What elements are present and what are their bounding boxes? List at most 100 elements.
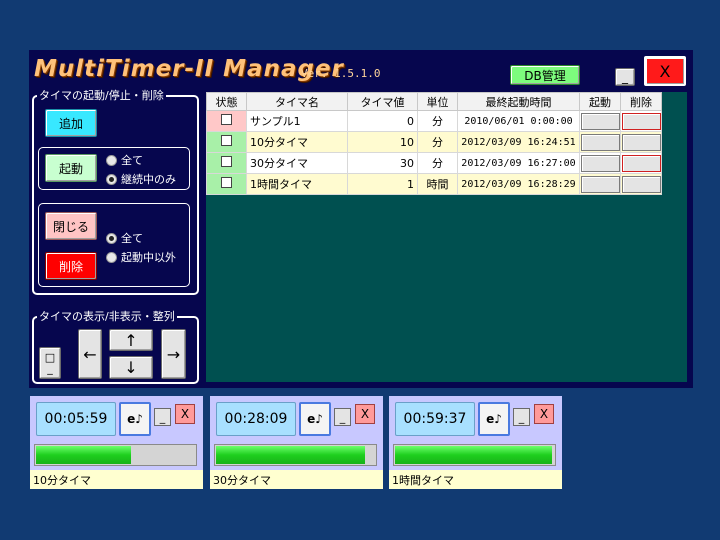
delete-cell: [620, 152, 662, 174]
status-cell[interactable]: [206, 152, 247, 174]
start-cell: [579, 131, 621, 153]
start-button[interactable]: 起動: [45, 154, 97, 182]
timer-progress-bar: [34, 444, 197, 466]
arrange-down-button[interactable]: ↓: [109, 356, 153, 379]
timer-window-3[interactable]: 00:59:37 e♪ _ X 1時間タイマ: [389, 396, 562, 489]
db-manage-button[interactable]: DB管理: [510, 65, 580, 85]
checkbox-icon[interactable]: [221, 156, 232, 167]
row-delete-button[interactable]: [621, 154, 661, 172]
table-row[interactable]: 30分タイマ 30 分 2012/03/09 16:27:00: [206, 152, 662, 174]
close-timers-button[interactable]: 閉じる: [45, 212, 97, 240]
start-cell: [579, 152, 621, 174]
timer-countdown[interactable]: 00:59:37: [395, 402, 475, 436]
name-cell[interactable]: 10分タイマ: [246, 131, 348, 153]
timer-window-2[interactable]: 00:28:09 e♪ _ X 30分タイマ: [210, 396, 383, 489]
display-arrange-legend: タイマの表示/非表示・整列: [37, 308, 177, 324]
value-cell[interactable]: 1: [347, 173, 418, 195]
start-option-all[interactable]: 全て: [106, 152, 143, 168]
alarm-sound-button[interactable]: e♪: [478, 402, 510, 436]
row-delete-button[interactable]: [621, 133, 661, 151]
name-cell[interactable]: サンプル1: [246, 110, 348, 132]
alarm-sound-button[interactable]: e♪: [119, 402, 151, 436]
delete-timers-button[interactable]: 削除: [45, 252, 97, 280]
header-start[interactable]: 起動: [579, 92, 621, 111]
arrange-up-button[interactable]: ↑: [109, 329, 153, 351]
timer-close-button[interactable]: X: [534, 404, 554, 424]
header-name[interactable]: タイマ名: [246, 92, 348, 111]
checkbox-icon[interactable]: [221, 177, 232, 188]
timer-name-label: 10分タイマ: [30, 470, 203, 489]
timer-minimize-button[interactable]: _: [154, 408, 171, 426]
minimize-button[interactable]: _: [615, 68, 635, 86]
progress-fill: [395, 446, 553, 464]
last-start-cell: 2012/03/09 16:28:29: [457, 173, 580, 195]
unit-cell[interactable]: 分: [417, 110, 458, 132]
header-value[interactable]: タイマ値: [347, 92, 418, 111]
header-unit[interactable]: 単位: [417, 92, 458, 111]
header-status[interactable]: 状態: [206, 92, 247, 111]
last-start-cell: 2012/03/09 16:24:51: [457, 131, 580, 153]
value-cell[interactable]: 30: [347, 152, 418, 174]
table-row[interactable]: 1時間タイマ 1 時間 2012/03/09 16:28:29: [206, 173, 662, 195]
last-start-cell: 2010/06/01 0:00:00: [457, 110, 580, 132]
start-option-continuing[interactable]: 継続中のみ: [106, 171, 176, 187]
header-last-start[interactable]: 最終起動時間: [457, 92, 580, 111]
timer-close-button[interactable]: X: [355, 404, 375, 424]
row-start-button[interactable]: [580, 133, 620, 151]
radio-icon: [106, 251, 117, 263]
timer-progress-bar: [214, 444, 377, 466]
timer-close-button[interactable]: X: [175, 404, 195, 424]
timer-table-area: 状態 タイマ名 タイマ値 単位 最終起動時間 起動 削除 サンプル1 0 分 2…: [206, 92, 687, 382]
arrange-right-button[interactable]: →: [161, 329, 186, 379]
toggle-display-button[interactable]: □ _: [39, 347, 61, 379]
close-option-not-running[interactable]: 起動中以外: [106, 249, 176, 265]
add-timer-button[interactable]: 追加: [45, 109, 97, 137]
row-delete-button[interactable]: [621, 112, 661, 130]
name-cell[interactable]: 1時間タイマ: [246, 173, 348, 195]
table-row[interactable]: サンプル1 0 分 2010/06/01 0:00:00: [206, 110, 662, 132]
version-label: Ver. 1.5.1.0: [301, 67, 381, 80]
close-button[interactable]: X: [644, 56, 686, 86]
start-stop-delete-legend: タイマの起動/停止・削除: [37, 87, 166, 103]
arrange-left-button[interactable]: ←: [78, 329, 102, 379]
unit-cell[interactable]: 分: [417, 131, 458, 153]
timer-progress-bar: [393, 444, 556, 466]
status-cell[interactable]: [206, 131, 247, 153]
start-cell: [579, 110, 621, 132]
checkbox-icon[interactable]: [221, 135, 232, 146]
value-cell[interactable]: 10: [347, 131, 418, 153]
app-title: MultiTimer-II Manager: [34, 56, 344, 82]
radio-icon: [106, 154, 117, 166]
timer-minimize-button[interactable]: _: [513, 408, 530, 426]
timer-countdown[interactable]: 00:28:09: [216, 402, 296, 436]
header-delete[interactable]: 削除: [620, 92, 662, 111]
row-start-button[interactable]: [580, 154, 620, 172]
timer-name-label: 1時間タイマ: [389, 470, 562, 489]
delete-cell: [620, 173, 662, 195]
table-row[interactable]: 10分タイマ 10 分 2012/03/09 16:24:51: [206, 131, 662, 153]
name-cell[interactable]: 30分タイマ: [246, 152, 348, 174]
delete-cell: [620, 131, 662, 153]
table-header-row: 状態 タイマ名 タイマ値 単位 最終起動時間 起動 削除: [206, 92, 662, 111]
close-option-all[interactable]: 全て: [106, 230, 143, 246]
unit-cell[interactable]: 分: [417, 152, 458, 174]
last-start-cell: 2012/03/09 16:27:00: [457, 152, 580, 174]
timer-countdown[interactable]: 00:05:59: [36, 402, 116, 436]
manager-window: MultiTimer-II Manager Ver. 1.5.1.0 DB管理 …: [29, 50, 693, 388]
unit-cell[interactable]: 時間: [417, 173, 458, 195]
start-cell: [579, 173, 621, 195]
status-cell[interactable]: [206, 110, 247, 132]
timer-window-1[interactable]: 00:05:59 e♪ _ X 10分タイマ: [30, 396, 203, 489]
timer-name-label: 30分タイマ: [210, 470, 383, 489]
timer-table: 状態 タイマ名 タイマ値 単位 最終起動時間 起動 削除 サンプル1 0 分 2…: [206, 92, 662, 195]
row-delete-button[interactable]: [621, 175, 661, 193]
status-cell[interactable]: [206, 173, 247, 195]
value-cell[interactable]: 0: [347, 110, 418, 132]
alarm-sound-button[interactable]: e♪: [299, 402, 331, 436]
timer-minimize-button[interactable]: _: [334, 408, 351, 426]
progress-fill: [36, 446, 131, 464]
radio-selected-icon: [106, 232, 117, 244]
row-start-button[interactable]: [580, 112, 620, 130]
row-start-button[interactable]: [580, 175, 620, 193]
checkbox-icon[interactable]: [221, 114, 232, 125]
